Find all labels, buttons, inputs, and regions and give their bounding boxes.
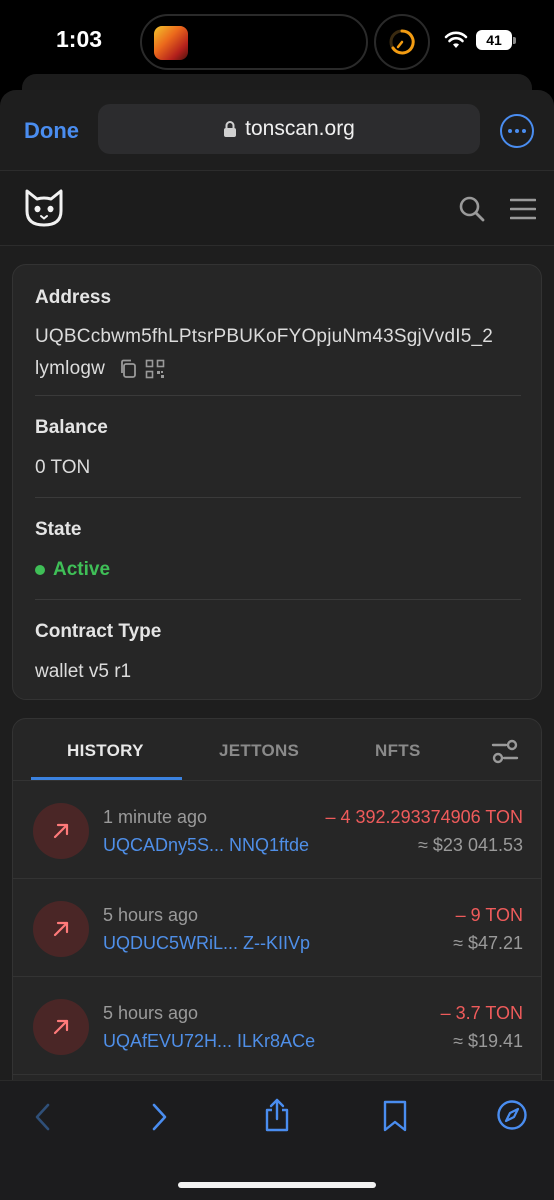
forward-chevron-icon[interactable] — [148, 1101, 170, 1133]
address-value-line2[interactable]: lymlogw — [35, 358, 105, 379]
status-icons: 41 — [444, 30, 516, 50]
transaction-usd-value: ≈ $19.41 — [453, 1031, 523, 1051]
back-chevron-icon[interactable] — [32, 1101, 54, 1133]
address-label: Address — [35, 287, 112, 308]
transaction-address-link[interactable]: UQAfEVU72H... ILKr8ACe — [103, 1031, 315, 1052]
balance-field: Balance 0 TON — [35, 417, 521, 482]
contract-type-value: wallet v5 r1 — [35, 661, 132, 682]
transaction-row[interactable]: 1 minute ago UQCADny5S... NNQ1ftde – 4 3… — [13, 781, 541, 879]
transaction-usd-value: ≈ $23 041.53 — [418, 835, 523, 855]
transaction-amount: – 3.7 TON — [440, 1003, 523, 1023]
home-indicator[interactable] — [178, 1182, 376, 1188]
address-field: Address UQBCcbwm5fhLPtsrPBUKoFYOpjuNm43S… — [35, 287, 521, 385]
state-value: Active — [53, 559, 111, 580]
tab-history[interactable]: HISTORY — [67, 741, 144, 761]
divider — [35, 497, 521, 498]
dot — [508, 129, 512, 133]
copy-icon[interactable] — [119, 359, 137, 379]
transaction-time: 1 minute ago — [103, 807, 208, 827]
transaction-row[interactable]: 5 hours ago UQAfEVU72H... ILKr8ACe – 3.7… — [13, 977, 541, 1075]
balance-value: 0 TON — [35, 457, 91, 478]
transaction-address-link[interactable]: UQDUC5WRiL... Z--KIIVp — [103, 933, 310, 954]
outgoing-arrow-icon — [33, 901, 89, 957]
active-status-dot-icon — [35, 565, 45, 576]
filter-settings-icon[interactable] — [491, 737, 519, 765]
share-icon[interactable] — [262, 1097, 292, 1133]
now-playing-artwork — [154, 26, 188, 60]
qr-code-icon[interactable] — [145, 359, 165, 379]
done-button[interactable]: Done — [24, 118, 79, 144]
address-value-line1[interactable]: UQBCcbwm5fhLPtsrPBUKoFYOpjuNm43SgjVvdI5_… — [35, 321, 521, 353]
more-options-button[interactable] — [500, 114, 534, 148]
dynamic-island[interactable] — [140, 14, 368, 70]
transaction-time: 5 hours ago — [103, 1003, 199, 1023]
status-bar: 1:03 41 — [0, 0, 554, 84]
transaction-time: 5 hours ago — [103, 905, 199, 925]
state-field: State Active — [35, 519, 521, 584]
transaction-address-link[interactable]: UQCADny5S... NNQ1ftde — [103, 835, 309, 856]
tonscan-cat-logo-icon[interactable] — [24, 189, 64, 227]
transaction-row[interactable]: 5 hours ago UQDUC5WRiL... Z--KIIVp – 9 T… — [13, 879, 541, 977]
tab-bar: HISTORY JETTONS NFTS — [13, 719, 541, 781]
divider — [35, 599, 521, 600]
divider — [35, 395, 521, 396]
status-time: 1:03 — [56, 26, 103, 52]
balance-label: Balance — [35, 417, 108, 438]
site-navbar — [0, 170, 554, 246]
contract-type-label: Contract Type — [35, 621, 162, 642]
dot — [522, 129, 526, 133]
in-app-browser: Done tonscan.org Address UQBCcbwm5fhLPts… — [0, 90, 554, 1200]
browser-header: Done tonscan.org — [0, 90, 554, 170]
transaction-amount: – 4 392.293374906 TON — [325, 807, 524, 827]
lock-icon — [224, 121, 237, 137]
wifi-icon — [444, 31, 468, 48]
state-status: Active — [35, 557, 521, 584]
search-icon[interactable] — [458, 195, 486, 223]
bookmarks-icon[interactable] — [382, 1099, 408, 1133]
battery-icon: 41 — [476, 30, 516, 50]
tab-jettons[interactable]: JETTONS — [219, 741, 299, 761]
address-info-card: Address UQBCcbwm5fhLPtsrPBUKoFYOpjuNm43S… — [12, 264, 542, 700]
compass-safari-icon[interactable] — [496, 1099, 528, 1131]
tab-nfts[interactable]: NFTS — [375, 741, 421, 761]
outgoing-arrow-icon — [33, 803, 89, 859]
hamburger-menu-icon[interactable] — [510, 198, 536, 220]
transaction-usd-value: ≈ $47.21 — [453, 933, 523, 953]
outgoing-arrow-icon — [33, 999, 89, 1055]
active-tab-indicator — [31, 777, 182, 780]
url-text: tonscan.org — [245, 117, 355, 140]
state-label: State — [35, 519, 82, 540]
dot — [515, 129, 519, 133]
contract-type-field: Contract Type wallet v5 r1 — [35, 621, 521, 686]
url-bar[interactable]: tonscan.org — [98, 104, 480, 154]
transaction-amount: – 9 TON — [455, 905, 523, 925]
timer-activity-icon[interactable] — [374, 14, 430, 70]
